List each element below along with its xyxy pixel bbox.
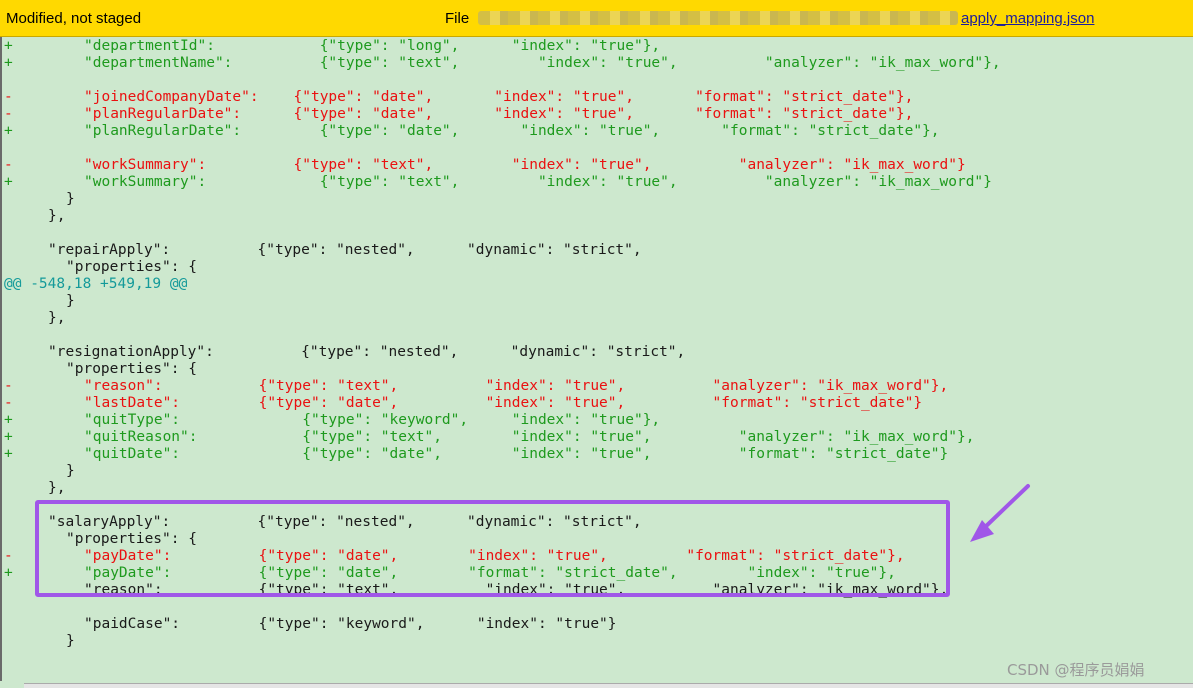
diff-line: + "planRegularDate": {"type": "date", "in… — [0, 123, 1193, 140]
diff-line: } — [0, 463, 1193, 480]
horizontal-scrollbar[interactable] — [24, 683, 1193, 688]
diff-line-text: } — [66, 191, 75, 207]
diff-line-text: "departmentName": {"type": "text", "inde… — [84, 55, 1001, 71]
diff-line: - "joinedCompanyDate": {"type": "date", "… — [0, 89, 1193, 106]
file-label: File — [445, 10, 470, 27]
diff-line: "properties": { — [0, 361, 1193, 378]
diff-line-text: "planRegularDate": {"type": "date", "ind… — [84, 123, 940, 139]
diff-line-text: @@ -548,18 +549,19 @@ — [4, 276, 188, 292]
redacted-file-path — [478, 11, 958, 25]
diff-line-text: "properties": { — [66, 361, 197, 377]
diff-line-text: "resignationApply": {"type": "nested", "… — [48, 344, 686, 360]
highlight-box — [35, 500, 950, 597]
diff-line-text: }, — [48, 208, 66, 224]
diff-marker: - — [4, 106, 13, 122]
diff-line-text: } — [66, 633, 75, 649]
diff-line: - "planRegularDate": {"type": "date", "in… — [0, 106, 1193, 123]
diff-line-text: "properties": { — [66, 259, 197, 275]
diff-line: + "quitReason": {"type": "text", "index":… — [0, 429, 1193, 446]
diff-line-text: }, — [48, 480, 66, 496]
diff-line: "repairApply": {"type": "nested", "dynam… — [0, 242, 1193, 259]
diff-line-text: "reason": {"type": "text", "index": "tru… — [84, 378, 949, 394]
diff-line-text: "quitType": {"type": "keyword", "index":… — [84, 412, 661, 428]
diff-marker: + — [4, 429, 13, 445]
diff-line: "resignationApply": {"type": "nested", "… — [0, 344, 1193, 361]
diff-line: } — [0, 293, 1193, 310]
diff-line: + "quitType": {"type": "keyword", "index"… — [0, 412, 1193, 429]
diff-line: }, — [0, 310, 1193, 327]
watermark: CSDN @程序员娟娟 — [1007, 661, 1145, 679]
diff-line: - "reason": {"type": "text", "index": "tr… — [0, 378, 1193, 395]
diff-marker: - — [4, 378, 13, 394]
diff-line-text: "workSummary": {"type": "text", "index":… — [84, 174, 992, 190]
diff-line: - "workSummary": {"type": "text", "index"… — [0, 157, 1193, 174]
diff-marker: - — [4, 395, 13, 411]
diff-line: + "workSummary": {"type": "text", "index"… — [0, 174, 1193, 191]
diff-line: } — [0, 191, 1193, 208]
diff-line-text: } — [66, 293, 75, 309]
status-label: Modified, not staged — [6, 10, 142, 27]
file-path-link[interactable]: apply_mapping.json — [961, 10, 1094, 27]
diff-line — [0, 225, 1193, 242]
diff-header-bar: Modified, not staged File apply_mapping.… — [0, 0, 1193, 37]
diff-line-text: "departmentId": {"type": "long", "index"… — [84, 38, 661, 54]
diff-marker: + — [4, 446, 13, 462]
diff-line — [0, 140, 1193, 157]
diff-marker: + — [4, 38, 13, 54]
diff-line-text: "quitDate": {"type": "date", "index": "t… — [84, 446, 949, 462]
diff-marker: - — [4, 89, 13, 105]
diff-line — [0, 327, 1193, 344]
diff-line — [0, 72, 1193, 89]
diff-marker: - — [4, 548, 13, 564]
diff-line: + "quitDate": {"type": "date", "index": "… — [0, 446, 1193, 463]
diff-line: }, — [0, 208, 1193, 225]
diff-marker: - — [4, 157, 13, 173]
diff-line: + "departmentName": {"type": "text", "ind… — [0, 55, 1193, 72]
diff-line: "paidCase": {"type": "keyword", "index":… — [0, 616, 1193, 633]
hunk-header: @@ -548,18 +549,19 @@ — [0, 276, 1193, 293]
diff-line-text: "paidCase": {"type": "keyword", "index":… — [84, 616, 617, 632]
diff-line: } — [0, 633, 1193, 650]
diff-marker: + — [4, 412, 13, 428]
diff-line — [0, 599, 1193, 616]
diff-marker: + — [4, 565, 13, 581]
diff-line-text: "lastDate": {"type": "date", "index": "t… — [84, 395, 923, 411]
diff-line-text: "workSummary": {"type": "text", "index":… — [84, 157, 966, 173]
diff-line-text: } — [66, 463, 75, 479]
diff-line-text: "repairApply": {"type": "nested", "dynam… — [48, 242, 642, 258]
diff-line: "properties": { — [0, 259, 1193, 276]
diff-marker: + — [4, 55, 13, 71]
diff-line-text: }, — [48, 310, 66, 326]
diff-line: - "lastDate": {"type": "date", "index": "… — [0, 395, 1193, 412]
diff-line-text: "joinedCompanyDate": {"type": "date", "i… — [84, 89, 914, 105]
diff-line: + "departmentId": {"type": "long", "index… — [0, 38, 1193, 55]
diff-line-text: "quitReason": {"type": "text", "index": … — [84, 429, 975, 445]
diff-marker: + — [4, 174, 13, 190]
diff-line-text: "planRegularDate": {"type": "date", "ind… — [84, 106, 914, 122]
diff-marker: + — [4, 123, 13, 139]
annotation-arrow-icon — [970, 484, 1030, 542]
